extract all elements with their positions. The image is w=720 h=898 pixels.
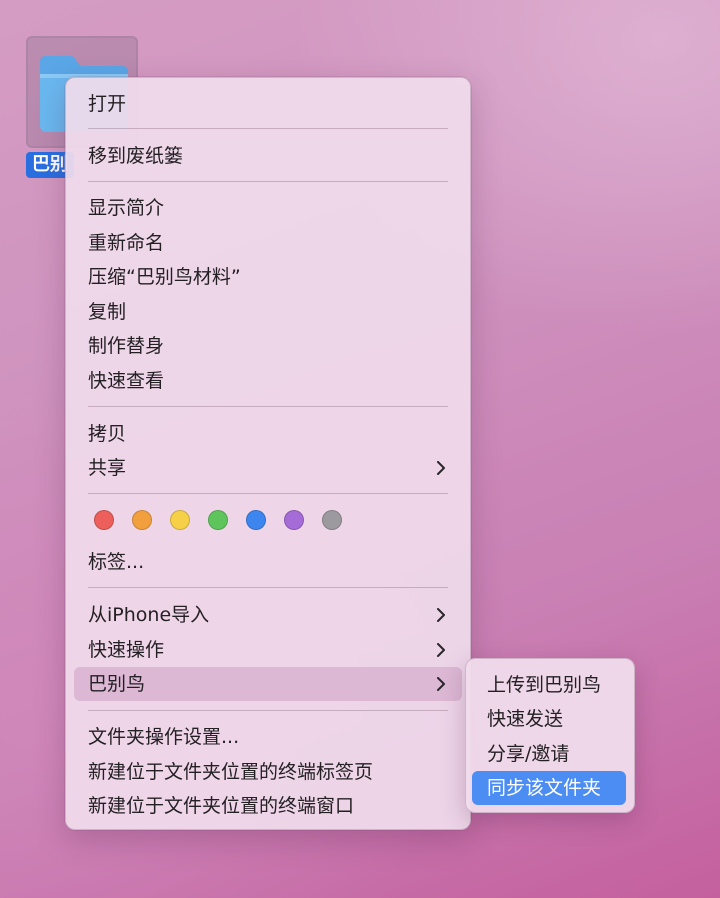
menu-item-new-terminal-tab[interactable]: 新建位于文件夹位置的终端标签页: [74, 755, 462, 789]
chevron-right-icon: [436, 633, 448, 667]
menu-item-quick-actions-label: 快速操作: [88, 639, 165, 661]
menu-item-import-from-iphone[interactable]: 从iPhone导入: [74, 598, 462, 632]
menu-separator: [88, 710, 448, 711]
tag-red[interactable]: [94, 510, 114, 530]
chevron-right-icon: [436, 598, 448, 632]
menu-separator: [88, 493, 448, 494]
menu-item-rename[interactable]: 重新命名: [74, 226, 462, 260]
tag-blue[interactable]: [246, 510, 266, 530]
menu-item-quick-actions[interactable]: 快速操作: [74, 633, 462, 667]
tag-gray[interactable]: [322, 510, 342, 530]
menu-item-share[interactable]: 共享: [74, 451, 462, 485]
menu-item-babelbird[interactable]: 巴别鸟: [74, 667, 462, 701]
menu-item-tags[interactable]: 标签...: [74, 545, 462, 579]
menu-item-open[interactable]: 打开: [74, 87, 462, 121]
menu-separator: [88, 128, 448, 129]
menu-separator: [88, 587, 448, 588]
submenu-item-sync-folder[interactable]: 同步该文件夹: [472, 771, 626, 805]
chevron-right-icon: [436, 667, 448, 701]
menu-item-quick-look[interactable]: 快速查看: [74, 364, 462, 398]
menu-item-folder-actions-setup[interactable]: 文件夹操作设置...: [74, 720, 462, 754]
tag-yellow[interactable]: [170, 510, 190, 530]
submenu-item-upload[interactable]: 上传到巴别鸟: [472, 668, 626, 702]
menu-item-move-to-trash[interactable]: 移到废纸篓: [74, 139, 462, 173]
menu-item-share-label: 共享: [88, 457, 127, 479]
babelbird-submenu: 上传到巴别鸟 快速发送 分享/邀请 同步该文件夹: [465, 658, 635, 813]
chevron-right-icon: [436, 451, 448, 485]
menu-item-make-alias[interactable]: 制作替身: [74, 329, 462, 363]
menu-item-babelbird-label: 巴别鸟: [88, 673, 146, 695]
tag-purple[interactable]: [284, 510, 304, 530]
menu-item-compress[interactable]: 压缩“巴别鸟材料”: [74, 260, 462, 294]
context-menu: 打开 移到废纸篓 显示简介 重新命名 压缩“巴别鸟材料” 复制 制作替身 快速查…: [65, 77, 471, 830]
tag-green[interactable]: [208, 510, 228, 530]
submenu-item-share-invite[interactable]: 分享/邀请: [472, 737, 626, 771]
menu-item-copy[interactable]: 拷贝: [74, 417, 462, 451]
menu-item-import-label: 从iPhone导入: [88, 604, 210, 626]
menu-separator: [88, 406, 448, 407]
tag-orange[interactable]: [132, 510, 152, 530]
menu-separator: [88, 181, 448, 182]
menu-item-get-info[interactable]: 显示简介: [74, 191, 462, 225]
menu-item-new-terminal-window[interactable]: 新建位于文件夹位置的终端窗口: [74, 789, 462, 823]
submenu-item-quick-send[interactable]: 快速发送: [472, 702, 626, 736]
menu-item-duplicate[interactable]: 复制: [74, 295, 462, 329]
